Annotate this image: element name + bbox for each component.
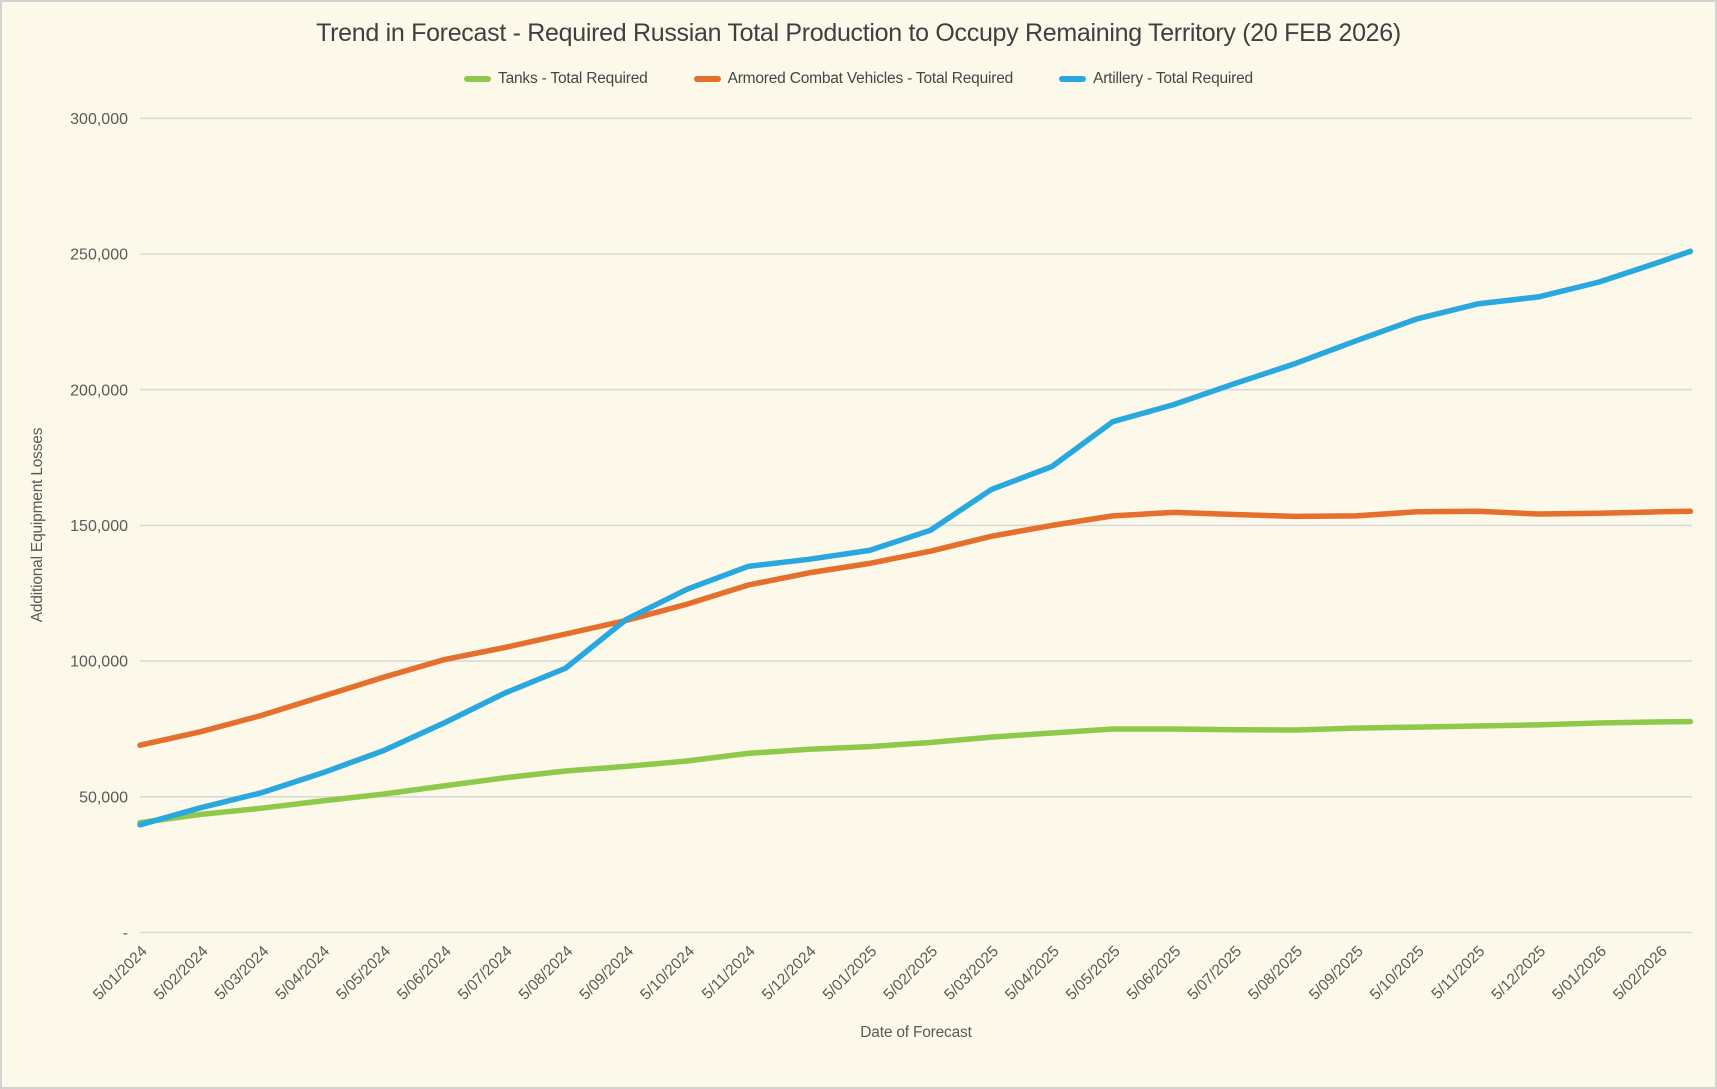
x-tick-label: 5/05/2024 [333,943,394,1004]
series-line-armored-combat-vehicles [140,511,1690,745]
x-tick-label: 5/03/2025 [941,943,1002,1004]
series-line-artillery [140,251,1690,825]
x-tick-label: 5/12/2025 [1488,943,1549,1004]
x-tick-label: 5/10/2024 [637,943,698,1004]
x-tick-label: 5/12/2024 [759,943,820,1004]
x-tick-label: 5/02/2025 [880,943,941,1004]
x-tick-label: 5/07/2025 [1184,943,1245,1004]
x-tick-label: 5/05/2025 [1063,943,1124,1004]
x-tick-label: 5/01/2024 [90,943,151,1004]
x-tick-label: 5/10/2025 [1367,943,1428,1004]
x-tick-label: 5/04/2025 [1002,943,1063,1004]
x-tick-label: 5/03/2024 [212,943,273,1004]
x-tick-label: 5/01/2026 [1549,943,1610,1004]
y-tick-label: 100,000 [70,654,128,671]
x-tick-label: 5/06/2024 [394,943,455,1004]
x-tick-label: 5/11/2024 [699,943,759,1003]
x-tick-label: 5/09/2025 [1306,943,1367,1004]
x-tick-label: 5/06/2025 [1124,943,1185,1004]
x-axis-title: Date of Forecast [860,1024,971,1042]
plot-area: - 50,000 100,000 150,000 200,000 250,000 300,0… [2,2,1715,1087]
y-tick-label: 150,000 [70,518,128,535]
x-tick-label: 5/11/2025 [1428,943,1488,1003]
x-tick-label: 5/08/2024 [516,943,577,1004]
x-tick-label: 5/09/2024 [576,943,637,1004]
y-tick-label: 200,000 [70,382,128,399]
series-line-tanks [140,722,1690,823]
x-tick-label: 5/04/2024 [272,943,333,1004]
y-tick-label: - [123,925,128,942]
y-tick-label: 300,000 [70,111,128,128]
x-tick-label: 5/02/2024 [151,943,212,1004]
x-tick-label: 5/01/2025 [820,943,881,1004]
y-axis-title: Additional Equipment Losses [29,428,47,623]
x-tick-label: 5/07/2024 [455,943,516,1004]
chart-canvas: Trend in Forecast - Required Russian Tot… [0,0,1717,1089]
y-tick-label: 50,000 [79,789,128,806]
x-tick-label: 5/08/2025 [1245,943,1306,1004]
y-tick-label: 250,000 [70,247,128,264]
x-tick-label: 5/02/2026 [1610,943,1671,1004]
